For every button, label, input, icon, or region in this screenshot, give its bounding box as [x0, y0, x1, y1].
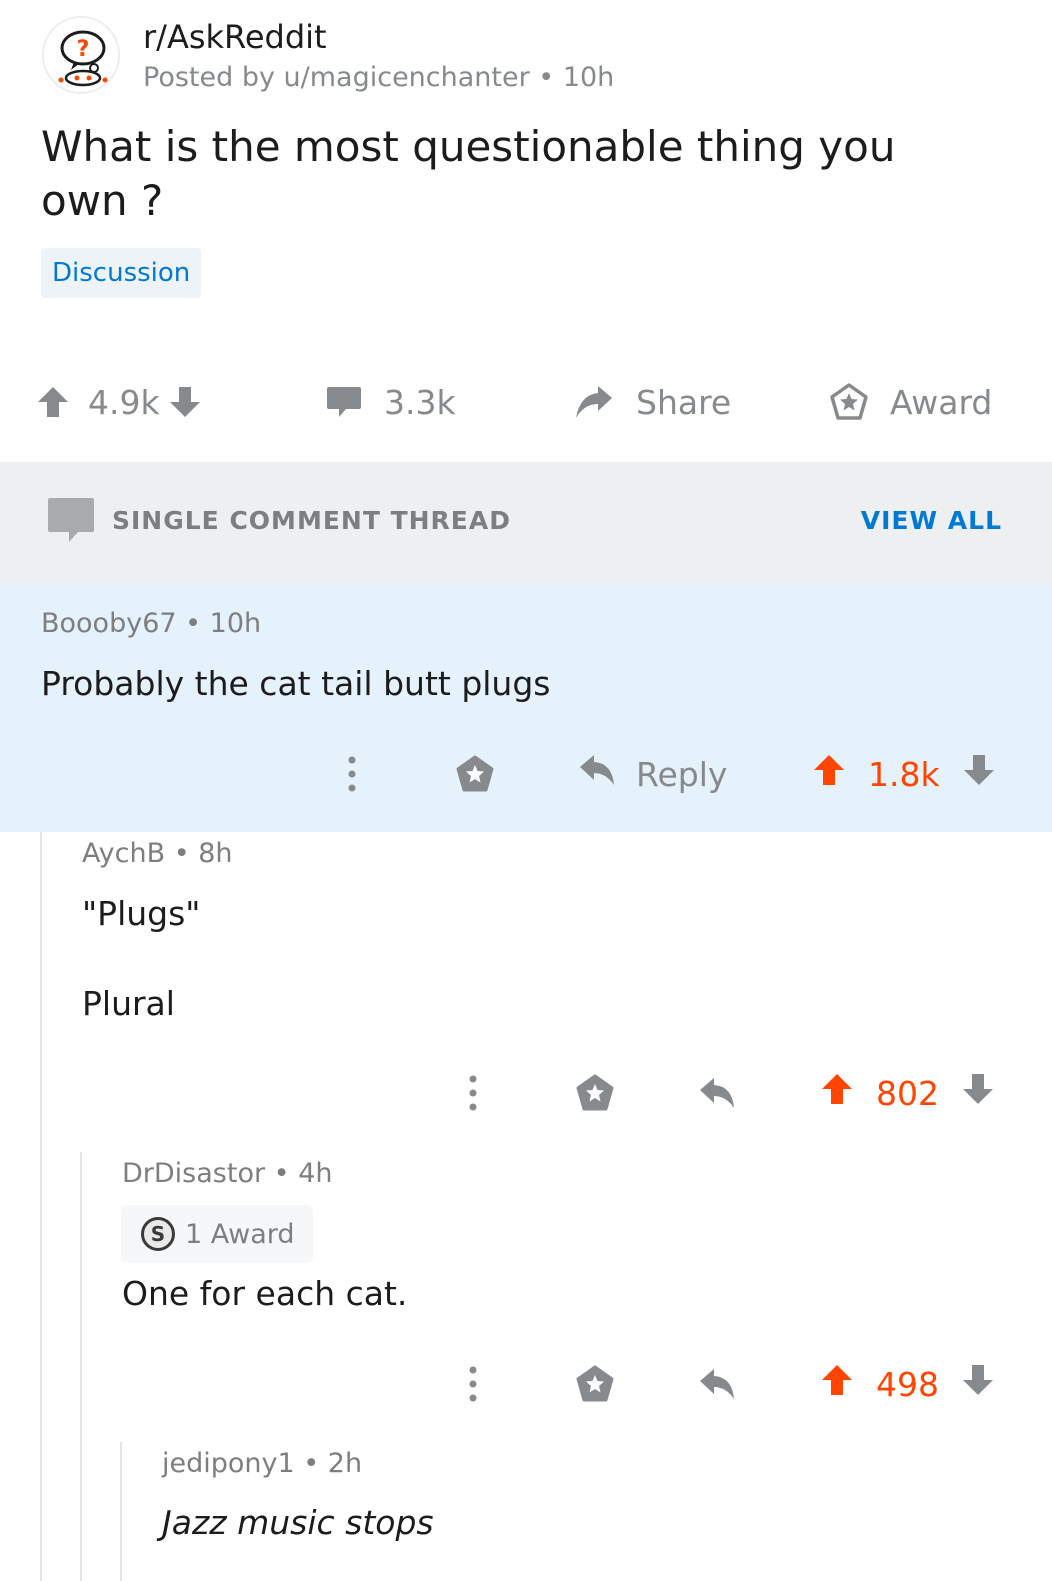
subreddit-name[interactable]: r/AskReddit: [143, 18, 327, 56]
post-header: ? r/AskReddit Posted by u/magicenchanter…: [0, 0, 1052, 462]
comment-body: Jazz music stops: [162, 1503, 434, 1542]
post-age: 10h: [562, 62, 615, 93]
award-star-icon[interactable]: [576, 1063, 614, 1123]
meta-separator: •: [538, 62, 563, 93]
share-button[interactable]: Share: [574, 372, 731, 432]
thread-line[interactable]: [40, 832, 42, 1581]
comment-meta: DrDisastor • 4h: [122, 1158, 332, 1189]
reply-arrow-icon[interactable]: [698, 1063, 736, 1123]
arrow-up-icon[interactable]: [820, 1072, 854, 1114]
reply-button[interactable]: Reply: [578, 744, 727, 804]
comment-bubble-icon: [326, 385, 362, 419]
award-star-icon: [830, 383, 868, 421]
single-thread-bar: SINGLE COMMENT THREAD VIEW ALL: [0, 462, 1052, 584]
post-title[interactable]: What is the most questionable thing you …: [41, 120, 941, 228]
arrow-up-icon[interactable]: [36, 385, 70, 419]
silver-award-icon: S: [141, 1217, 175, 1251]
comment-meta: jedipony1 • 2h: [162, 1448, 362, 1479]
view-all-button[interactable]: VIEW ALL: [861, 506, 1002, 535]
post-action-bar: 4.9k 3.3k Share Award: [0, 372, 1052, 432]
reply-arrow-icon[interactable]: [698, 1354, 736, 1414]
comment-vote-group: 802: [820, 1063, 995, 1123]
comment-age: 2h: [327, 1448, 363, 1479]
award-star-icon[interactable]: [456, 744, 494, 804]
arrow-down-icon[interactable]: [961, 1363, 995, 1405]
thread-line[interactable]: [120, 1442, 122, 1581]
meta-separator: •: [185, 608, 210, 639]
posted-by-user[interactable]: Posted by u/magicenchanter: [143, 62, 530, 93]
post-vote-group: 4.9k: [36, 372, 202, 432]
comment-meta: AychB • 8h: [82, 838, 233, 869]
post-flair[interactable]: Discussion: [41, 248, 202, 298]
comments-count: 3.3k: [384, 382, 456, 422]
comment-author[interactable]: AychB: [82, 838, 165, 869]
comment-actions: 498: [0, 1354, 1052, 1414]
arrow-up-icon[interactable]: [812, 753, 846, 795]
comment-actions: 802: [0, 1063, 1052, 1123]
reply-label: Reply: [636, 754, 728, 794]
meta-separator: •: [173, 838, 199, 869]
post-meta: Posted by u/magicenchanter • 10h: [143, 62, 614, 93]
arrow-up-icon[interactable]: [820, 1363, 854, 1405]
thread-label: SINGLE COMMENT THREAD: [112, 506, 511, 535]
comment-age: 10h: [209, 608, 262, 639]
meta-separator: •: [273, 1158, 299, 1189]
svg-text:?: ?: [77, 37, 90, 62]
comment-meta: Boooby67 • 10h: [41, 608, 261, 639]
award-count: 1 Award: [185, 1218, 295, 1250]
comment-author[interactable]: Boooby67: [41, 608, 177, 639]
comment-vote-group: 498: [820, 1354, 995, 1414]
comment-score: 1.8k: [868, 754, 940, 794]
more-vertical-icon[interactable]: [340, 744, 364, 804]
comments-button[interactable]: 3.3k: [326, 372, 456, 432]
comment-body-line: "Plugs": [82, 894, 201, 933]
award-label: Award: [890, 382, 993, 422]
share-arrow-icon: [574, 384, 614, 420]
askreddit-snoo-icon[interactable]: ?: [42, 16, 120, 94]
award-button[interactable]: Award: [830, 372, 992, 432]
arrow-down-icon[interactable]: [962, 753, 996, 795]
award-badge[interactable]: S 1 Award: [121, 1205, 313, 1263]
comment-actions: Reply 1.8k: [0, 744, 1052, 804]
comment-vote-group: 1.8k: [812, 744, 996, 804]
comment-age: 8h: [198, 838, 233, 869]
comment-bubble-icon: [46, 496, 96, 550]
more-vertical-icon[interactable]: [461, 1063, 485, 1123]
comment-body: Probably the cat tail butt plugs: [41, 664, 551, 703]
share-label: Share: [636, 382, 732, 422]
reply-arrow-icon: [578, 753, 616, 795]
comment-body-line: Plural: [82, 984, 175, 1023]
comment-author[interactable]: DrDisastor: [122, 1158, 265, 1189]
comment-score: 802: [876, 1073, 939, 1113]
comment-age: 4h: [298, 1158, 333, 1189]
arrow-down-icon[interactable]: [168, 385, 202, 419]
comment-author[interactable]: jedipony1: [162, 1448, 295, 1479]
comment-score: 498: [876, 1364, 939, 1404]
award-star-icon[interactable]: [576, 1354, 614, 1414]
post-score: 4.9k: [88, 382, 160, 422]
more-vertical-icon[interactable]: [461, 1354, 485, 1414]
comment-body: One for each cat.: [122, 1274, 408, 1313]
arrow-down-icon[interactable]: [961, 1072, 995, 1114]
meta-separator: •: [303, 1448, 328, 1479]
